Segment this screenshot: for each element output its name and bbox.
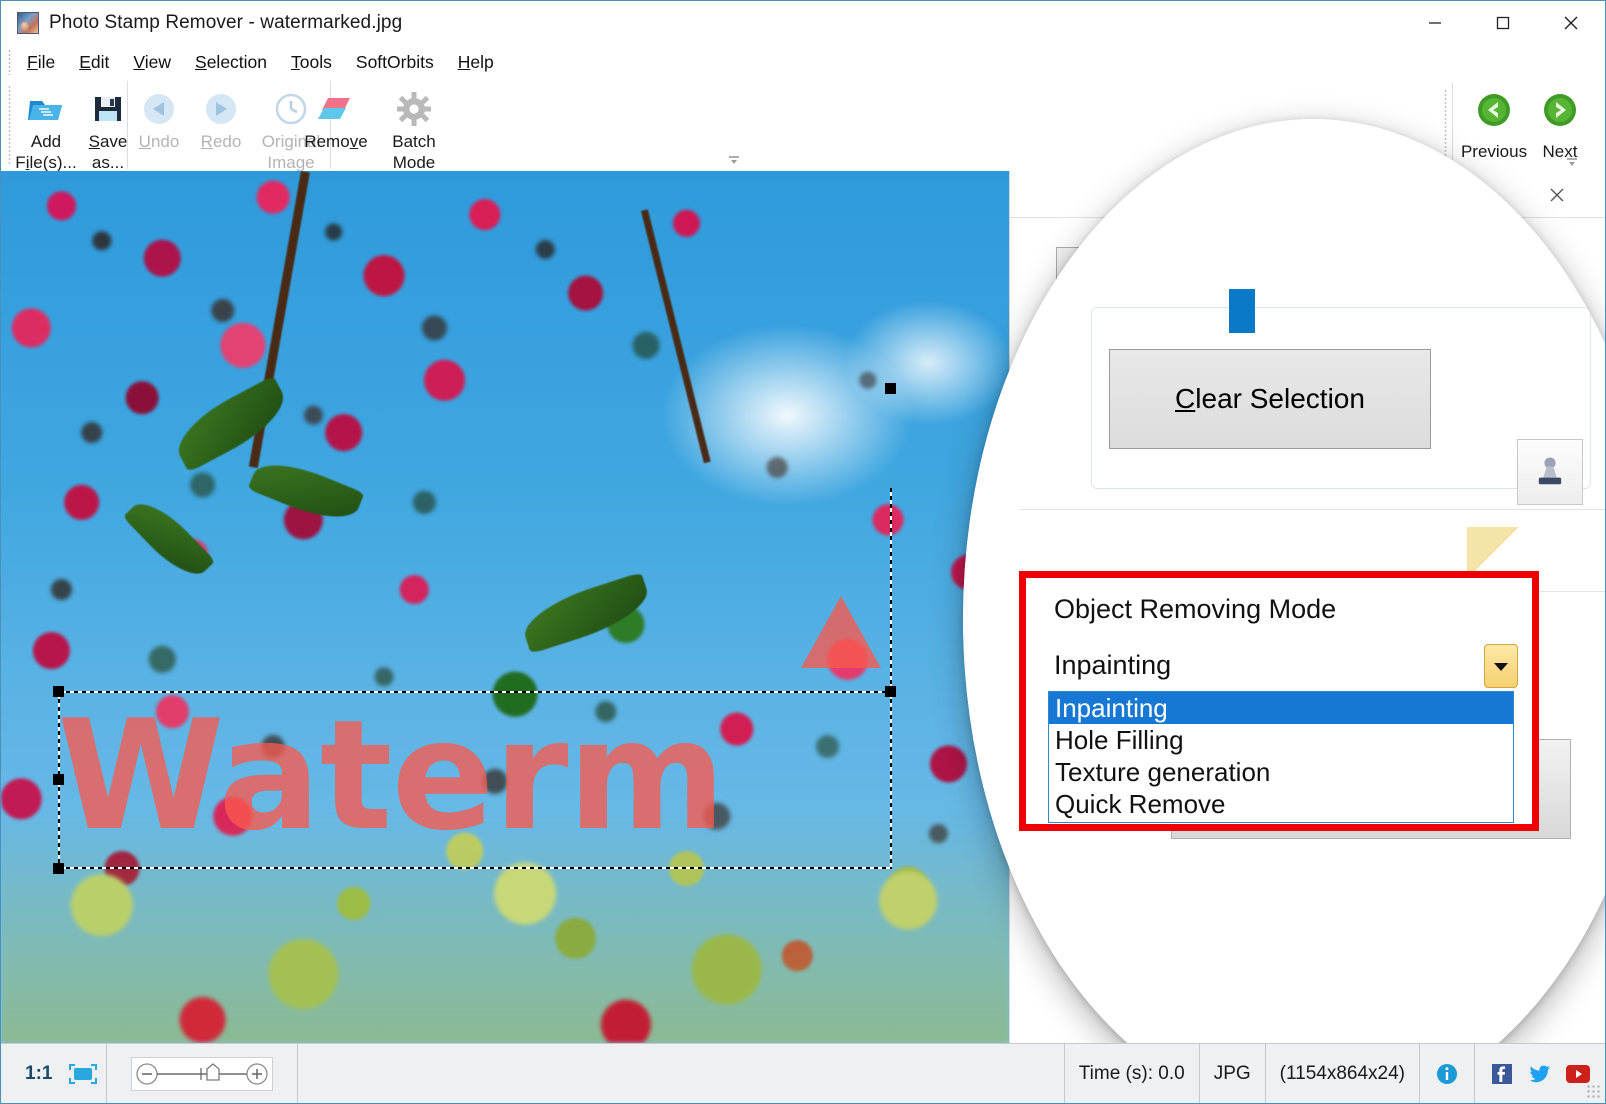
magnified-stamp-tool-button[interactable] (1517, 439, 1583, 505)
magnified-divider-1 (1019, 509, 1605, 510)
info-cell (1420, 1043, 1475, 1103)
eraser-icon (316, 89, 356, 129)
zoom-ratio-cell: 1:1 (1, 1044, 106, 1104)
window-controls (1401, 1, 1605, 45)
menu-softorbits[interactable]: SoftOrbits (344, 50, 446, 75)
option-texture-generation[interactable]: Texture generation (1049, 756, 1513, 788)
twitter-icon[interactable] (1527, 1061, 1553, 1087)
toolbar-group-actions: Remove Batch Mode (297, 81, 739, 172)
minimize-button[interactable] (1401, 1, 1469, 45)
rubber-stamp-icon (1538, 457, 1562, 485)
format-status: JPG (1200, 1043, 1266, 1103)
menu-file[interactable]: FFileile (15, 50, 67, 75)
option-inpainting[interactable]: Inpainting (1049, 692, 1513, 724)
remove-toolbar-label: Remove (304, 132, 368, 151)
toolbar-group-file: Add File(s)... Save as... (15, 81, 139, 172)
menu-help[interactable]: Help (446, 50, 506, 75)
dimensions-status: (1154x864x24) (1266, 1043, 1420, 1103)
facebook-icon[interactable] (1489, 1061, 1515, 1087)
image-canvas[interactable]: Waterm (1, 171, 1009, 1043)
resize-grip[interactable] (1586, 1084, 1602, 1100)
main-area: Waterm Clear Selection (1, 119, 1605, 1103)
redo-button[interactable]: Redo (190, 81, 252, 152)
status-spacer (298, 1043, 1065, 1103)
save-as-label: Save as... (88, 132, 128, 172)
toolbar-group-navigation: Previous Next (1444, 83, 1593, 169)
menu-bar: FFileile Edit View Selection Tools SoftO… (1, 45, 1605, 79)
menu-edit[interactable]: Edit (67, 50, 121, 75)
toolbar-group-expander-left[interactable] (727, 153, 741, 165)
selection-handle-middle-left[interactable] (53, 774, 64, 785)
selection-rectangle[interactable] (58, 691, 892, 869)
gear-icon (397, 89, 431, 129)
selection-handle-right[interactable] (885, 686, 896, 697)
undo-label: Undo (138, 132, 180, 151)
batch-mode-button[interactable]: Batch Mode (375, 81, 453, 173)
add-files-button[interactable]: Add File(s)... (15, 81, 77, 173)
social-links (1475, 1061, 1605, 1087)
menu-selection[interactable]: Selection (183, 50, 279, 75)
maximize-button[interactable] (1469, 1, 1537, 45)
watermark-triangle (801, 596, 881, 668)
magnified-accent-tab (1229, 289, 1255, 333)
object-removing-mode-highlight: Object Removing Mode Inpainting Inpainti… (1019, 571, 1539, 831)
batch-mode-label: Batch Mode (392, 132, 436, 172)
open-folder-icon (27, 89, 65, 129)
chevron-down-icon[interactable] (1484, 644, 1518, 688)
green-right-arrow-icon (1543, 93, 1577, 132)
application-window: Photo Stamp Remover - watermarked.jpg FF… (0, 0, 1606, 1104)
floppy-disk-icon (92, 89, 124, 129)
selection-handle-top-right[interactable] (885, 383, 896, 394)
time-status: Time (s): 0.0 (1065, 1043, 1200, 1103)
undo-arrow-icon (140, 89, 178, 129)
info-icon[interactable] (1434, 1061, 1460, 1087)
add-files-label: Add File(s)... (15, 132, 77, 172)
magnified-clear-selection-label: Clear Selection (1175, 383, 1365, 414)
status-bar: 1:1 Time (s): 0.0 JPG (1154x864x24) (1, 1043, 1605, 1103)
youtube-icon[interactable] (1565, 1061, 1591, 1087)
next-button[interactable]: Next (1527, 83, 1593, 162)
zoom-ratio-label: 1:1 (25, 1062, 53, 1084)
close-button[interactable] (1537, 1, 1605, 45)
object-removing-mode-options-list[interactable]: Inpainting Hole Filling Texture generati… (1048, 691, 1514, 823)
panel-close-icon[interactable] (1545, 183, 1569, 207)
object-removing-mode-title: Object Removing Mode (1054, 594, 1337, 624)
title-bar: Photo Stamp Remover - watermarked.jpg (1, 1, 1605, 45)
menu-tools[interactable]: Tools (279, 50, 344, 75)
option-quick-remove[interactable]: Quick Remove (1049, 788, 1513, 820)
previous-label: Previous (1460, 142, 1528, 161)
menu-view[interactable]: View (121, 50, 183, 75)
previous-button[interactable]: Previous (1461, 83, 1527, 162)
green-left-arrow-icon (1477, 93, 1511, 132)
window-title: Photo Stamp Remover - watermarked.jpg (49, 12, 403, 33)
zoom-slider[interactable] (131, 1056, 274, 1091)
selection-extra-edge (890, 488, 892, 693)
remove-toolbar-button[interactable]: Remove (297, 81, 375, 152)
option-hole-filling[interactable]: Hole Filling (1049, 724, 1513, 756)
undo-button[interactable]: Undo (128, 81, 190, 152)
app-icon (17, 12, 39, 34)
magnified-clear-selection-button[interactable]: Clear Selection (1109, 349, 1431, 449)
selection-handle-bottom-left[interactable] (53, 863, 64, 874)
fit-to-screen-icon[interactable] (66, 1062, 100, 1086)
selection-handle-top-left[interactable] (53, 686, 64, 697)
zoom-slider-cell (106, 1043, 299, 1103)
redo-label: Redo (200, 132, 242, 151)
toolbar-group-expander-right[interactable] (1565, 155, 1579, 167)
object-removing-mode-selected-value[interactable]: Inpainting (1054, 650, 1171, 681)
redo-arrow-icon (202, 89, 240, 129)
